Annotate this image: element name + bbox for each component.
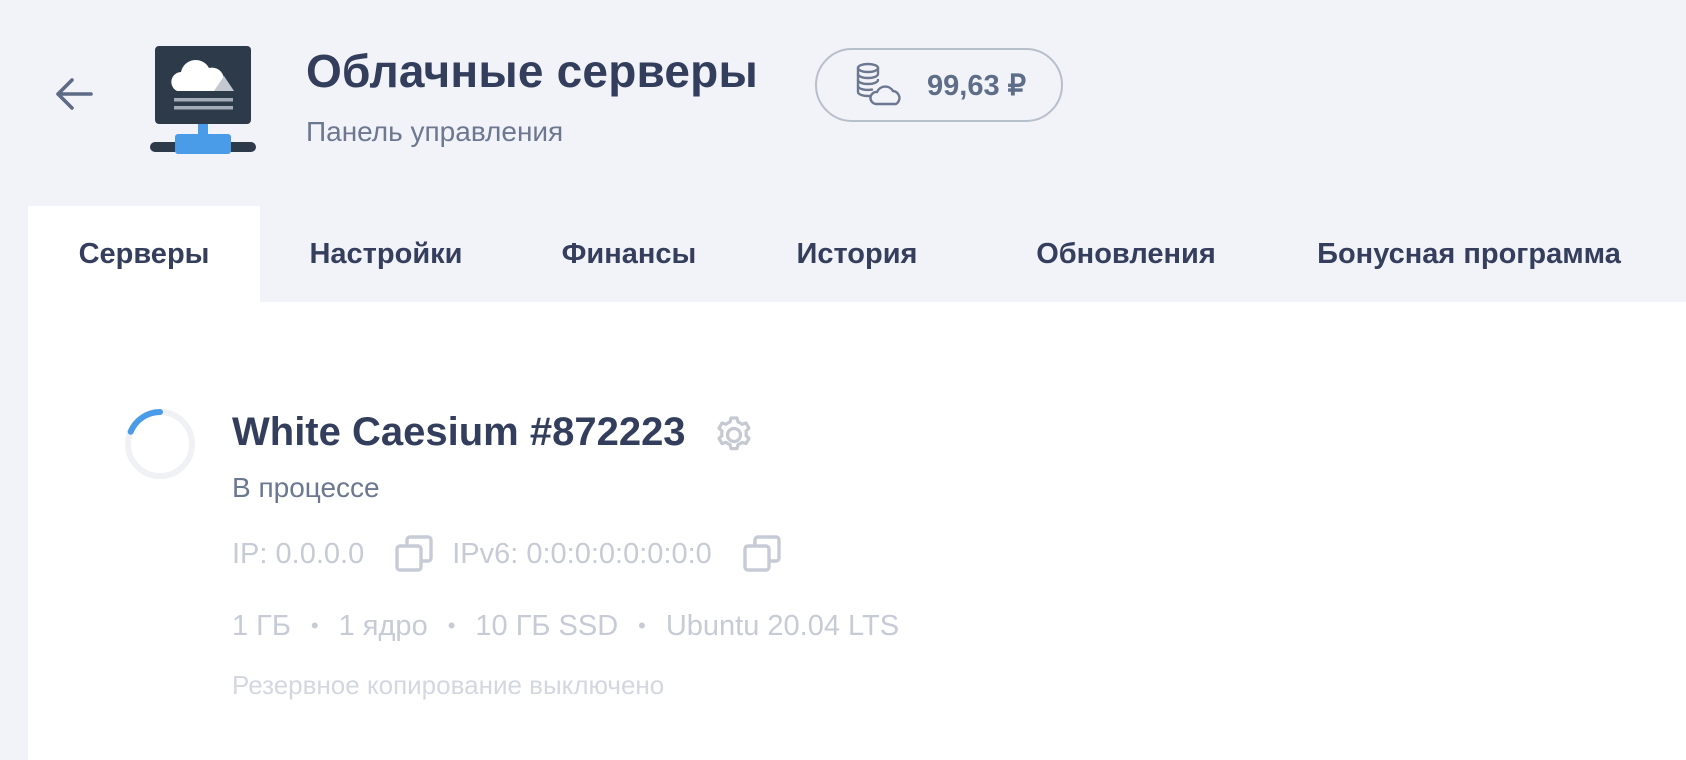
server-status: В процессе	[232, 472, 380, 503]
ipv6-address: IPv6: 0:0:0:0:0:0:0:0	[452, 537, 712, 570]
tab-bar: Серверы Настройки Финансы История Обновл…	[28, 206, 1654, 302]
spec-os: Ubuntu 20.04 LTS	[665, 609, 900, 642]
tab-history[interactable]: История	[746, 206, 968, 302]
balance-value: 99,63 ₽	[927, 69, 1027, 102]
separator-dot: •	[638, 613, 646, 638]
balance-button[interactable]: 99,63 ₽	[815, 48, 1063, 122]
tab-servers[interactable]: Серверы	[28, 206, 260, 302]
loading-spinner-icon	[125, 409, 195, 479]
separator-dot: •	[447, 613, 456, 638]
back-button[interactable]	[52, 72, 96, 116]
server-specs: 1 ГБ • 1 ядро • 10 ГБ SSD • Ubuntu 20.04…	[232, 608, 899, 644]
arrow-left-icon	[56, 78, 93, 110]
gear-icon[interactable]	[712, 413, 756, 457]
tab-bonus-program[interactable]: Бонусная программа	[1284, 206, 1654, 302]
copy-ipv6-icon[interactable]	[742, 534, 782, 574]
tab-updates[interactable]: Обновления	[968, 206, 1284, 302]
cloud-server-icon	[150, 46, 256, 158]
page-title: Облачные серверы	[306, 45, 758, 97]
server-name: White Caesium #872223	[232, 410, 686, 454]
ipv4-address: IP: 0.0.0.0	[232, 537, 365, 570]
page-subtitle: Панель управления	[306, 116, 564, 147]
ip-row: IP: 0.0.0.0 IPv6: 0:0:0:0:0:0:0:0	[232, 534, 800, 574]
spec-ram: 1 ГБ	[232, 609, 291, 642]
separator-dot: •	[310, 613, 319, 638]
spec-disk: 10 ГБ SSD	[475, 609, 619, 642]
copy-ipv4-icon[interactable]	[394, 534, 434, 574]
coins-cloud-icon	[856, 62, 901, 106]
backup-status: Резервное копирование выключено	[232, 670, 665, 700]
spec-cpu: 1 ядро	[338, 609, 428, 642]
tab-finance[interactable]: Финансы	[512, 206, 746, 302]
tab-settings[interactable]: Настройки	[260, 206, 512, 302]
